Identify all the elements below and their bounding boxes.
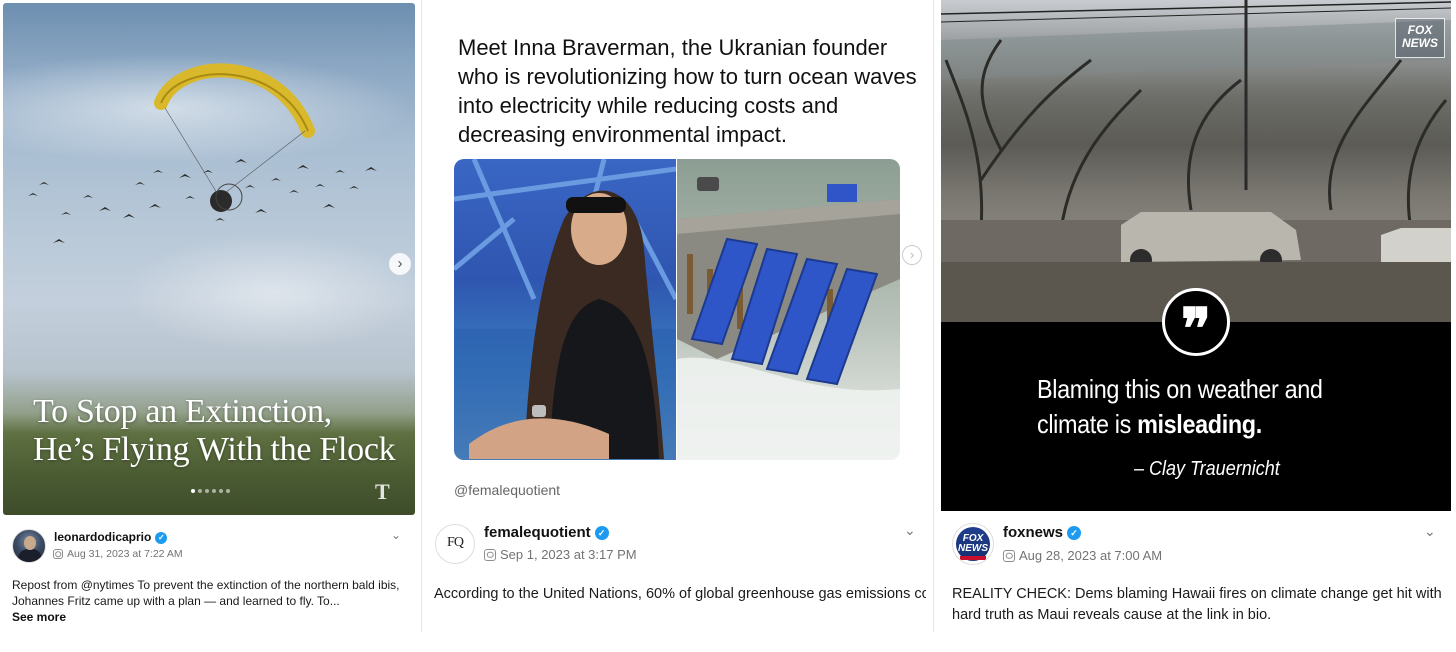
chevron-down-icon[interactable]: ⌄ (391, 528, 401, 542)
avatar[interactable]: FOX NEWS (952, 523, 994, 565)
chevron-right-icon[interactable]: › (389, 253, 411, 275)
media-quote-text: Blaming this on weather and climate is m… (1037, 372, 1361, 442)
instagram-icon (484, 548, 496, 561)
media-headline: To Stop an Extinction, He’s Flying With … (33, 393, 413, 469)
carousel-dots (191, 489, 230, 493)
chevron-right-icon[interactable]: › (902, 245, 922, 265)
post-card-foxnews: FOX NEWS ❞ Blaming this on weather and c… (938, 0, 1456, 652)
username[interactable]: leonardodicaprio (54, 530, 151, 544)
carousel-dot (198, 489, 202, 493)
photo-burned-town[interactable]: FOX NEWS (941, 0, 1451, 322)
headline-line-1: To Stop an Extinction, (33, 393, 332, 430)
post-caption: Repost from @nytimes To prevent the exti… (12, 578, 400, 608)
instagram-icon (53, 549, 63, 559)
instagram-icon (1003, 549, 1015, 562)
nyt-logo: T (375, 479, 390, 504)
timestamp: Aug 31, 2023 at 7:22 AM (67, 548, 183, 560)
verified-badge-icon: ✓ (155, 531, 168, 544)
username-row[interactable]: leonardodicaprio ✓ (54, 530, 168, 544)
chevron-down-icon[interactable]: ⌄ (904, 522, 916, 539)
logo-red-bar (960, 556, 986, 560)
post-meta: Sep 1, 2023 at 3:17 PM (484, 547, 637, 562)
avatar[interactable] (12, 529, 46, 563)
media-handle: @femalequotient (454, 482, 561, 498)
username-row[interactable]: femalequotient ✓ (484, 524, 609, 541)
photo-founder-portrait[interactable] (454, 159, 676, 460)
avatar-body-shape (18, 549, 42, 562)
verified-badge-icon: ✓ (594, 526, 609, 541)
post-caption: According to the United Nations, 60% of … (434, 586, 926, 602)
post-meta: Aug 31, 2023 at 7:22 AM (53, 548, 183, 560)
headline-line-2: He’s Flying With the Flock (33, 431, 396, 468)
avatar[interactable]: FQ (435, 524, 475, 564)
post-caption: REALITY CHECK: Dems blaming Hawaii fires… (952, 586, 1442, 623)
carousel-dot (226, 489, 230, 493)
timestamp: Sep 1, 2023 at 3:17 PM (500, 547, 637, 562)
carousel-dot (191, 489, 195, 493)
quote-mark-icon: ❞ (1162, 288, 1230, 361)
chevron-down-icon[interactable]: ⌄ (1424, 523, 1436, 540)
see-more-link[interactable]: See more (12, 610, 66, 624)
carousel-dot (219, 489, 223, 493)
founder-portrait-illustration (454, 159, 676, 460)
post-card-femalequotient: Meet Inna Braverman, the Ukranian founde… (426, 0, 930, 652)
media-quote-text: Meet Inna Braverman, the Ukranian founde… (458, 35, 917, 147)
column-divider (421, 0, 422, 632)
username[interactable]: femalequotient (484, 524, 591, 541)
quote-attribution: – Clay Trauernicht (1134, 458, 1280, 480)
quote-bold: misleading. (1137, 409, 1262, 439)
burned-town-illustration (941, 0, 1451, 322)
username[interactable]: foxnews (1003, 524, 1063, 541)
avatar-head-shape (24, 536, 36, 550)
post-media-carousel[interactable]: To Stop an Extinction, He’s Flying With … (3, 3, 415, 515)
carousel-dot (212, 489, 216, 493)
photo-wave-energy-floaters[interactable] (677, 159, 900, 460)
post-card-leonardodicaprio: To Stop an Extinction, He’s Flying With … (0, 0, 418, 652)
username-row[interactable]: foxnews ✓ (1003, 524, 1082, 541)
carousel-dot (205, 489, 209, 493)
fox-news-logo: FOX NEWS (956, 527, 990, 561)
post-meta: Aug 28, 2023 at 7:00 AM (1003, 548, 1162, 563)
column-divider (933, 0, 934, 632)
verified-badge-icon: ✓ (1067, 526, 1082, 541)
avatar-logo-text: FOX NEWS (958, 533, 988, 554)
fox-news-badge: FOX NEWS (1395, 18, 1445, 58)
wave-energy-illustration (677, 177, 900, 460)
timestamp: Aug 28, 2023 at 7:00 AM (1019, 548, 1163, 563)
